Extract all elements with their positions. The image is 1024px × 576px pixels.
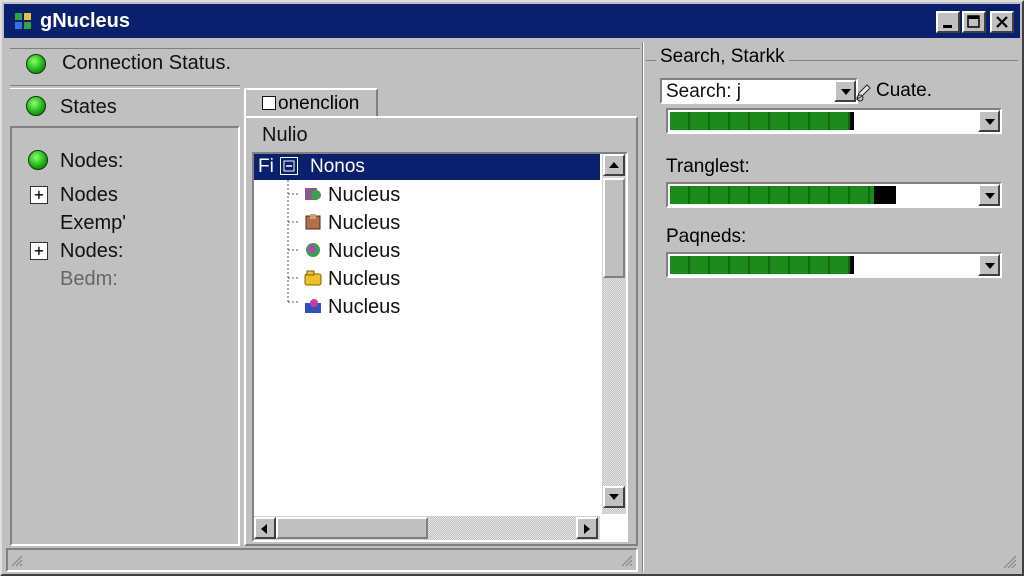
progress-marker [850,256,854,274]
progress-bar-2[interactable] [666,182,1002,208]
states-led-icon [26,96,46,116]
tab-content: Nulio Fi Nonos Nucleus Nucleus Nucleus N… [244,116,638,546]
chevron-down-icon [841,89,851,95]
arrow-up-icon [609,162,619,168]
progress-label-3: Paqneds: [666,226,747,247]
nodes-led-icon [28,150,48,170]
progress-marker [850,112,854,130]
close-icon [996,16,1008,28]
tree-item-nucleus[interactable]: Nucleus [304,212,400,238]
nodes-label: Nodes: [60,150,124,172]
progress-marker [874,186,896,204]
group-title: Search, Starkk [656,46,789,68]
tab-checkbox-icon [262,96,276,110]
tree-root-label: Nonos [310,156,365,177]
nucleus-node-icon [305,188,321,200]
dropdown-button[interactable] [978,110,1000,132]
dropdown-button[interactable] [978,254,1000,276]
nucleus-node-icon [305,299,321,313]
nodes-tree-item[interactable]: Nodes [60,184,118,207]
tab-connection[interactable]: onenclion [244,88,378,118]
vertical-scrollbar[interactable] [602,154,626,514]
panel-divider [642,42,644,572]
progress-bar-1[interactable] [666,108,1002,134]
nodes-tree-item[interactable]: Nodes: [60,240,123,263]
close-button[interactable] [990,11,1014,33]
nucleus-node-icon [304,270,322,286]
search-group: Search, Starkk Search: j Cuate. Trangles… [646,46,1018,300]
tree-item-label: Nucleus [328,184,401,206]
search-dropdown-button[interactable] [834,80,856,102]
scroll-right-button[interactable] [576,517,598,539]
expand-plus-icon[interactable]: + [30,186,48,204]
tree-item-label: Nucleus [328,268,401,290]
create-button[interactable]: Cuate. [876,80,932,102]
connection-status-row: Connection Status. [10,46,640,84]
connection-status-led-icon [26,54,46,74]
arrow-right-icon [584,524,590,534]
nucleus-node-icon [306,243,320,257]
tree-item-nucleus[interactable]: Nucleus [304,296,400,322]
progress-fill [670,112,850,130]
horizontal-scroll-thumb[interactable] [276,517,428,539]
nodes-tree-item: Bedm: [60,268,118,290]
arrow-left-icon [261,524,267,534]
scroll-down-button[interactable] [603,486,625,508]
tree-item-nucleus[interactable]: Nucleus [304,268,400,294]
progress-label-2: Tranglest: [666,156,750,177]
nodes-tree-item: Exemp' [60,212,127,234]
chevron-down-icon [985,263,995,269]
tree-item-label: Nucleus [328,240,401,262]
tree-view[interactable]: Fi Nonos Nucleus Nucleus Nucleus Nucleus… [252,152,628,542]
progress-bar-3[interactable] [666,252,1002,278]
vertical-scroll-thumb[interactable] [603,178,625,278]
expand-plus-icon[interactable]: + [30,242,48,260]
states-row[interactable]: States [10,88,240,126]
states-label: States [60,96,117,118]
tab-label: onenclion [278,93,360,114]
minimize-icon [943,25,952,28]
resize-grip-icon[interactable] [620,554,634,568]
connection-status-label: Connection Status. [62,52,231,74]
tree-item-nucleus[interactable]: Nucleus [304,184,400,210]
tree-item-label: Nucleus [328,212,401,234]
scroll-left-button[interactable] [254,517,276,539]
maximize-icon [967,15,980,28]
window-resize-grip-icon[interactable] [1002,554,1018,570]
tree-item-nucleus[interactable]: Nucleus [304,240,400,266]
nucleus-node-icon [305,214,321,230]
progress-fill [670,186,874,204]
minimize-button[interactable] [936,11,960,33]
tree-item-label: Nucleus [328,296,401,318]
app-icon [15,13,31,29]
chevron-down-icon [985,193,995,199]
search-input[interactable]: Search: j [666,81,741,103]
search-combobox[interactable]: Search: j [660,78,858,104]
panel-header: Nulio [262,124,308,146]
progress-fill [670,256,850,274]
grip-icon [11,555,23,567]
window-title: gNucleus [40,10,131,32]
nodes-panel: Nodes: + Nodes Exemp' + Nodes: Bedm: [10,126,240,546]
dropdown-button[interactable] [978,184,1000,206]
chevron-down-icon [985,119,995,125]
title-bar[interactable]: gNucleus [4,4,1020,38]
horizontal-scrollbar[interactable] [254,516,600,540]
main-window: gNucleus Connection Status. States Nodes… [0,0,1024,576]
maximize-button[interactable] [962,11,986,33]
divider [10,48,640,51]
tree-root-prefix: Fi [258,156,274,177]
arrow-down-icon [609,494,619,500]
collapse-minus-icon[interactable] [280,157,298,175]
status-bar [6,548,638,572]
scroll-up-button[interactable] [603,154,625,176]
pencil-icon [856,84,871,102]
tree-root-row[interactable]: Fi Nonos [254,154,600,180]
